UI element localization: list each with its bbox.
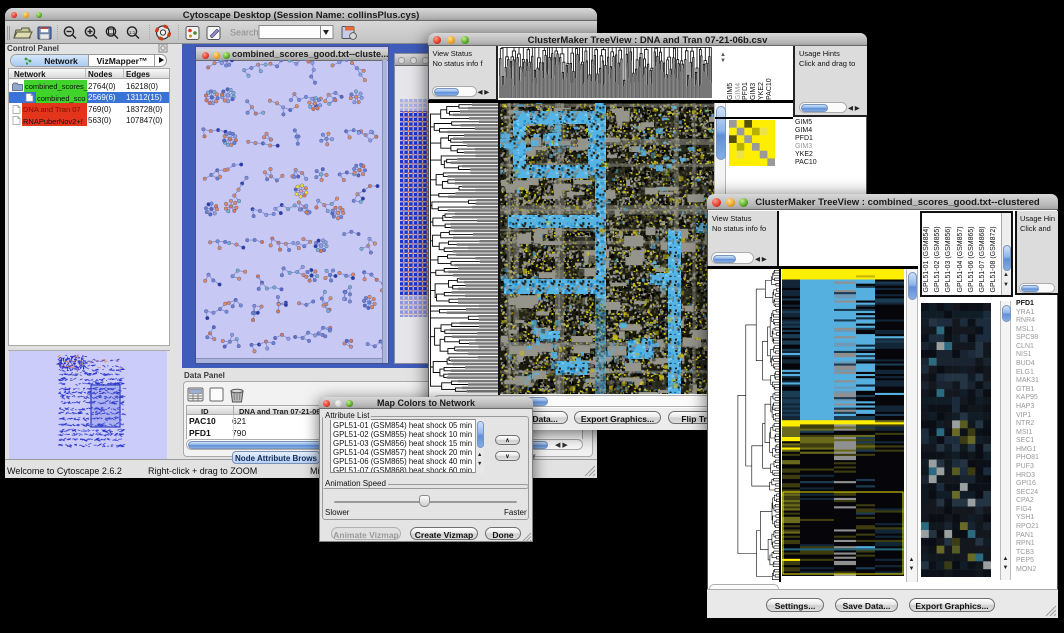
svg-text:1:1: 1:1 — [129, 30, 136, 35]
svg-text:Search:: Search: — [230, 28, 261, 38]
